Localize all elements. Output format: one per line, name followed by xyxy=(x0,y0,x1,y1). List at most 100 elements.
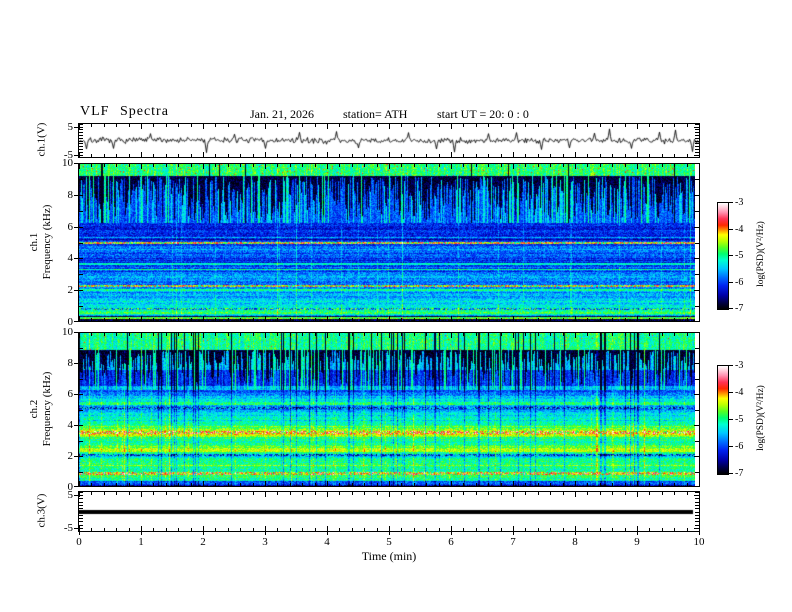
y-tick xyxy=(79,502,83,503)
x-tick xyxy=(612,483,613,486)
x-tick xyxy=(662,164,663,167)
y-tick xyxy=(694,394,699,395)
x-tick xyxy=(253,492,254,495)
x-tick xyxy=(339,333,340,336)
x-tick xyxy=(587,164,588,167)
x-tick xyxy=(91,333,92,336)
start-ut-label: start UT = 20: 0 : 0 xyxy=(437,107,529,121)
x-tick xyxy=(401,492,402,495)
x-tick xyxy=(451,152,452,157)
colorbar-tick xyxy=(728,473,733,474)
x-tick xyxy=(364,492,365,495)
x-tick xyxy=(327,492,328,497)
x-tick xyxy=(550,333,551,336)
colorbar-tick xyxy=(728,282,733,283)
x-tick xyxy=(674,124,675,127)
y-tick xyxy=(74,227,83,228)
y-tick xyxy=(79,525,83,526)
y-tick xyxy=(695,512,699,513)
x-tick xyxy=(327,316,328,321)
ch1-frequency-axis-label: ch.1 Frequency (kHz) xyxy=(28,204,53,280)
x-tick xyxy=(129,154,130,157)
x-tick xyxy=(414,164,415,167)
x-tick xyxy=(525,333,526,336)
x-tick xyxy=(104,528,105,531)
x-tick xyxy=(637,481,638,486)
x-tick xyxy=(215,318,216,321)
x-tick xyxy=(463,483,464,486)
x-tick xyxy=(215,492,216,495)
x-tick xyxy=(587,154,588,157)
x-tick xyxy=(439,164,440,167)
y-tick xyxy=(695,132,699,133)
x-tick xyxy=(265,316,266,321)
y-tick xyxy=(79,149,83,150)
y-tick xyxy=(694,163,699,164)
y-tick xyxy=(74,163,83,164)
y-tick xyxy=(79,129,83,130)
x-tick xyxy=(476,528,477,531)
x-tick xyxy=(327,333,328,338)
y-tick xyxy=(694,332,699,333)
x-tick xyxy=(550,164,551,167)
x-tick xyxy=(228,528,229,531)
x-tick xyxy=(290,318,291,321)
x-tick xyxy=(191,318,192,321)
x-tick xyxy=(687,333,688,336)
x-tick xyxy=(587,124,588,127)
y-tick xyxy=(694,486,699,487)
x-tick xyxy=(575,316,576,321)
x-tick xyxy=(476,154,477,157)
x-tick xyxy=(538,164,539,167)
y-tick xyxy=(695,508,699,509)
x-tick xyxy=(649,318,650,321)
x-tick xyxy=(178,124,179,127)
x-tick xyxy=(203,526,204,531)
time-axis-title: Time (min) xyxy=(361,549,417,563)
x-tick xyxy=(215,124,216,127)
x-tick xyxy=(563,164,564,167)
x-tick xyxy=(687,492,688,495)
y-tick xyxy=(74,486,83,487)
x-tick xyxy=(513,481,514,486)
x-tick xyxy=(141,152,142,157)
x-tick xyxy=(476,124,477,127)
x-tick xyxy=(104,333,105,336)
x-tick xyxy=(253,318,254,321)
x-tick xyxy=(538,333,539,336)
x-tick xyxy=(178,492,179,495)
x-tick xyxy=(240,154,241,157)
x-tick xyxy=(699,152,700,157)
y-tick-label: 4 xyxy=(67,419,74,431)
x-tick xyxy=(513,492,514,497)
x-tick xyxy=(439,528,440,531)
x-tick xyxy=(290,528,291,531)
x-tick xyxy=(141,492,142,497)
x-tick xyxy=(699,532,700,535)
x-tick xyxy=(488,154,489,157)
x-tick xyxy=(699,316,700,321)
colorbar-tick xyxy=(728,365,733,366)
x-tick xyxy=(637,164,638,169)
y-tick-label: 2 xyxy=(67,450,74,462)
y-tick xyxy=(695,505,699,506)
x-tick xyxy=(389,333,390,338)
x-tick xyxy=(352,483,353,486)
x-tick xyxy=(600,124,601,127)
x-tick xyxy=(637,526,638,531)
x-tick xyxy=(575,481,576,486)
x-tick xyxy=(662,154,663,157)
x-tick xyxy=(315,154,316,157)
y-tick xyxy=(694,528,699,529)
x-tick xyxy=(550,318,551,321)
x-tick xyxy=(178,483,179,486)
x-tick xyxy=(129,528,130,531)
x-tick xyxy=(649,492,650,495)
colorbar-tick-label: -5 xyxy=(735,250,744,261)
x-tick xyxy=(277,154,278,157)
x-tick xyxy=(550,492,551,495)
x-tick xyxy=(625,483,626,486)
x-tick xyxy=(600,492,601,495)
x-tick xyxy=(612,318,613,321)
x-tick xyxy=(401,333,402,336)
